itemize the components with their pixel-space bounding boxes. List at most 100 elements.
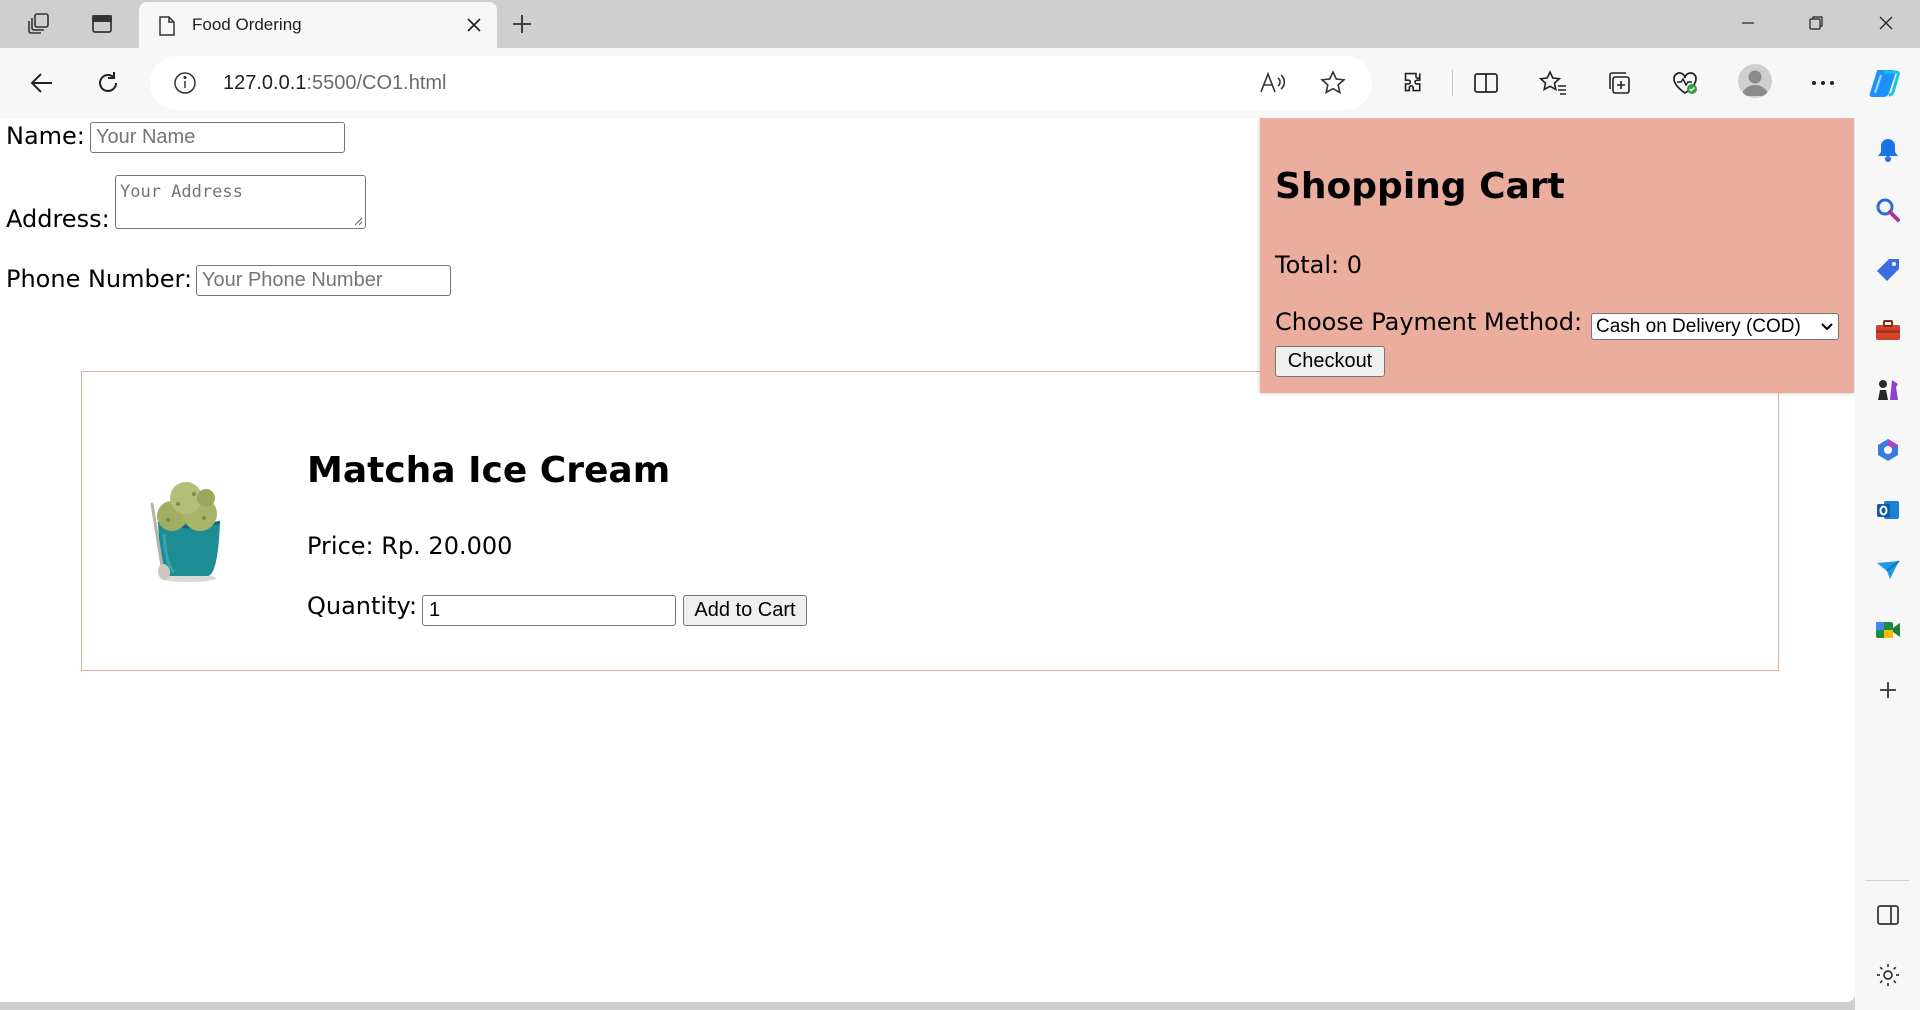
browser-toolbar: 127.0.0.1:5500/CO1.html — [0, 48, 1920, 118]
url-path: :5500/CO1.html — [306, 72, 447, 94]
sidebar-separator — [1865, 880, 1909, 881]
refresh-button[interactable] — [86, 61, 130, 105]
copilot-icon — [1869, 70, 1900, 97]
tools-button[interactable] — [1869, 311, 1907, 349]
back-button[interactable] — [20, 61, 64, 105]
checkout-button[interactable]: Checkout — [1275, 346, 1385, 377]
sidebar-panel-icon — [1877, 905, 1899, 925]
outlook-button[interactable] — [1869, 491, 1907, 529]
arrow-left-icon — [30, 73, 52, 93]
microsoft-365-icon — [1878, 439, 1898, 461]
puzzle-icon — [1404, 72, 1421, 92]
phone-label: Phone Number: — [6, 265, 193, 293]
read-aloud-button[interactable] — [1253, 63, 1293, 103]
heart-pulse-icon — [1673, 72, 1697, 95]
tab-title: Food Ordering — [192, 15, 302, 34]
payment-selected-value: Cash on Delivery (COD) — [1596, 315, 1801, 337]
sidebar-settings-button[interactable] — [1869, 956, 1907, 994]
close-icon — [467, 18, 481, 32]
active-tab[interactable]: Food Ordering — [139, 2, 497, 48]
new-tab-button[interactable] — [502, 6, 542, 42]
favorites-button[interactable] — [1531, 61, 1575, 105]
resize-grip-icon[interactable] — [353, 216, 363, 226]
site-info-icon[interactable] — [172, 70, 198, 96]
plus-icon — [1880, 682, 1896, 698]
split-screen-button[interactable] — [1464, 61, 1508, 105]
vertical-tabs-icon — [92, 15, 112, 33]
close-window-button[interactable] — [1852, 0, 1920, 46]
drop-button[interactable] — [1869, 551, 1907, 589]
cart-title: Shopping Cart — [1275, 166, 1565, 207]
copilot-button[interactable] — [1864, 61, 1908, 105]
tab-actions-button[interactable] — [80, 4, 124, 44]
payment-method-label: Choose Payment Method: — [1275, 308, 1583, 336]
browser-essentials-button[interactable] — [1663, 61, 1707, 105]
gear-icon — [1877, 964, 1899, 986]
tab-close-button[interactable] — [461, 12, 487, 38]
workspaces-icon — [28, 13, 49, 34]
collections-icon — [1609, 72, 1630, 94]
settings-menu-button[interactable] — [1801, 61, 1845, 105]
favorite-button[interactable] — [1313, 63, 1353, 103]
read-aloud-icon — [1260, 71, 1286, 93]
quantity-label: Quantity: — [307, 592, 418, 620]
meet-button[interactable] — [1869, 611, 1907, 649]
outlook-icon — [1877, 501, 1899, 519]
search-sidebar-button[interactable] — [1869, 191, 1907, 229]
name-input[interactable]: Your Name — [90, 122, 345, 153]
cart-total: Total: 0 — [1275, 251, 1363, 279]
video-call-icon — [1876, 622, 1900, 638]
address-bar[interactable]: 127.0.0.1:5500/CO1.html — [150, 56, 1372, 110]
refresh-icon — [99, 72, 117, 92]
name-label: Name: — [6, 122, 85, 150]
quantity-input[interactable]: 1 — [422, 595, 676, 626]
browser-sidebar — [1855, 118, 1920, 1010]
collections-button[interactable] — [1597, 61, 1641, 105]
browser-tab-strip: Food Ordering — [0, 0, 1920, 48]
close-icon — [1879, 16, 1893, 30]
restore-button[interactable] — [1782, 0, 1850, 46]
tag-icon — [1877, 259, 1899, 281]
product-card: Matcha Ice Cream Price: Rp. 20.000 Quant… — [81, 371, 1779, 671]
plus-icon — [513, 15, 531, 33]
url-host: 127.0.0.1 — [223, 72, 307, 94]
bell-icon — [1878, 139, 1898, 162]
split-screen-icon — [1474, 73, 1498, 93]
product-name: Matcha Ice Cream — [307, 450, 671, 491]
shopping-cart-panel: Shopping Cart Total: 0 Choose Payment Me… — [1260, 118, 1854, 393]
minimize-icon — [1742, 22, 1754, 24]
star-icon — [1320, 70, 1346, 95]
toolbar-separator — [1452, 70, 1453, 96]
phone-input[interactable]: Your Phone Number — [196, 265, 451, 296]
notifications-button[interactable] — [1869, 131, 1907, 169]
add-to-cart-button[interactable]: Add to Cart — [683, 595, 807, 626]
address-placeholder: Your Address — [120, 182, 243, 202]
payment-method-select[interactable]: Cash on Delivery (COD) — [1591, 313, 1839, 340]
matcha-ice-cream-image — [150, 482, 221, 582]
microsoft-365-button[interactable] — [1869, 431, 1907, 469]
user-icon — [1742, 70, 1768, 96]
food-ordering-page: Name: Your Name Address: Your Address Ph… — [0, 118, 1855, 1002]
chess-icon — [1878, 380, 1898, 400]
paper-plane-icon — [1877, 560, 1900, 579]
address-textarea[interactable]: Your Address — [115, 175, 366, 229]
chevron-down-icon — [1821, 322, 1833, 330]
more-horizontal-icon — [1812, 81, 1834, 85]
restore-icon — [1809, 16, 1823, 30]
toolbox-icon — [1876, 320, 1900, 340]
minimize-button[interactable] — [1714, 0, 1782, 46]
workspaces-button[interactable] — [17, 4, 61, 44]
address-label: Address: — [6, 205, 110, 233]
page-viewport: Name: Your Name Address: Your Address Ph… — [0, 118, 1855, 1002]
extensions-button[interactable] — [1393, 61, 1437, 105]
page-icon — [159, 16, 175, 36]
add-sidebar-app-button[interactable] — [1869, 671, 1907, 709]
search-icon — [1876, 198, 1900, 222]
product-price: Price: Rp. 20.000 — [307, 532, 513, 560]
hide-sidebar-button[interactable] — [1869, 896, 1907, 934]
address-url[interactable]: 127.0.0.1:5500/CO1.html — [223, 72, 447, 95]
shopping-button[interactable] — [1869, 251, 1907, 289]
profile-avatar[interactable] — [1738, 64, 1772, 98]
games-button[interactable] — [1869, 371, 1907, 409]
favorites-star-icon — [1539, 70, 1566, 95]
